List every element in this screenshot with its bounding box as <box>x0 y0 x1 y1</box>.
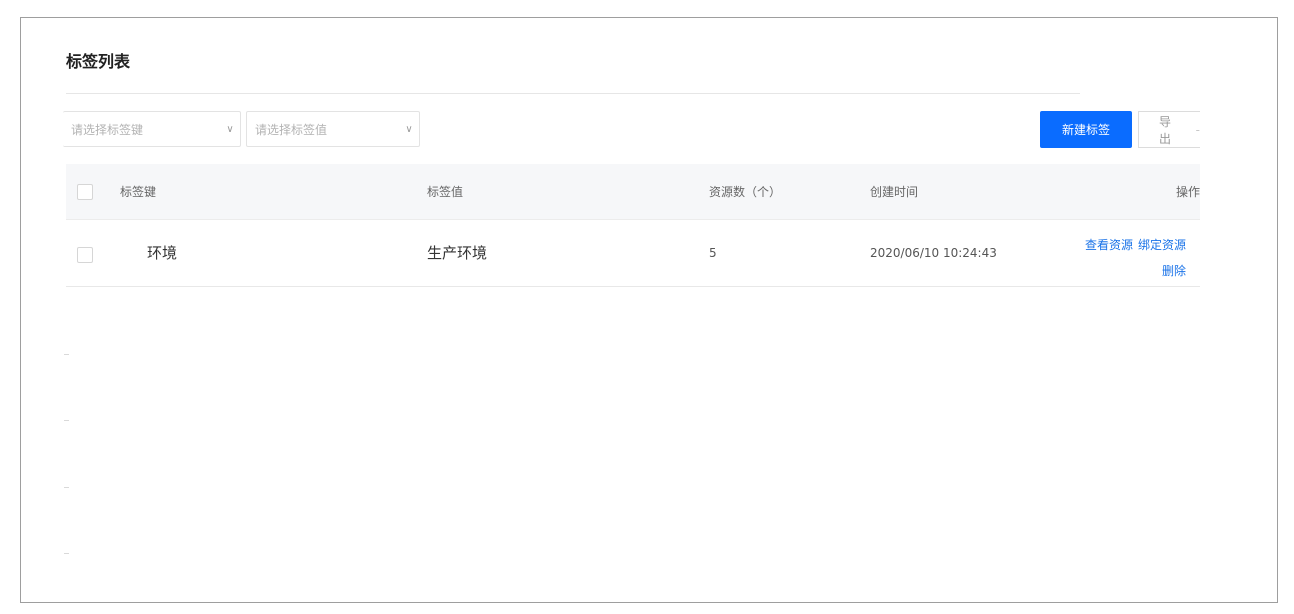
cell-tag-value: 生产环境 <box>427 244 488 262</box>
tag-key-select[interactable]: 请选择标签键 ∨ <box>63 111 241 147</box>
cell-resource-count: 5 <box>709 246 717 260</box>
header-tag-key: 标签键 <box>120 185 157 199</box>
chevron-down-icon: ∨ <box>405 123 413 135</box>
header-tag-value: 标签值 <box>427 185 464 199</box>
export-button[interactable]: 导出 - <box>1138 111 1200 148</box>
tag-key-placeholder: 请选择标签键 <box>71 122 144 137</box>
view-resources-link[interactable]: 查看资源 <box>1085 238 1133 252</box>
export-caret-icon: - <box>1195 122 1200 137</box>
page-title: 标签列表 <box>66 52 131 71</box>
scroll-tick <box>64 354 69 355</box>
chevron-down-icon: ∨ <box>226 123 234 135</box>
cell-created-time: 2020/06/10 10:24:43 <box>870 246 997 260</box>
new-tag-button[interactable]: 新建标签 <box>1040 111 1132 148</box>
row-checkbox[interactable] <box>77 247 93 263</box>
scroll-tick <box>64 553 69 554</box>
table-row: 环境 生产环境 5 2020/06/10 10:24:43 查看资源 绑定资源 删… <box>66 220 1200 287</box>
page-frame <box>20 17 1278 603</box>
header-created-time: 创建时间 <box>870 185 919 199</box>
bind-resources-link[interactable]: 绑定资源 <box>1138 238 1186 252</box>
delete-link[interactable]: 删除 <box>1162 264 1186 278</box>
title-divider <box>66 93 1080 94</box>
select-all-checkbox[interactable] <box>77 184 93 200</box>
scroll-tick <box>64 487 69 488</box>
header-resource-count: 资源数（个） <box>709 185 782 199</box>
export-label: 导出 <box>1159 114 1172 146</box>
tag-value-placeholder: 请选择标签值 <box>255 122 328 137</box>
cell-tag-key: 环境 <box>147 244 178 262</box>
row-actions: 查看资源 绑定资源 删除 <box>1085 232 1186 284</box>
header-actions: 操作 <box>1175 185 1200 199</box>
scroll-tick <box>64 420 69 421</box>
tag-value-select[interactable]: 请选择标签值 ∨ <box>246 111 420 147</box>
table-header: 标签键 标签值 资源数（个） 创建时间 操作 <box>66 164 1200 220</box>
